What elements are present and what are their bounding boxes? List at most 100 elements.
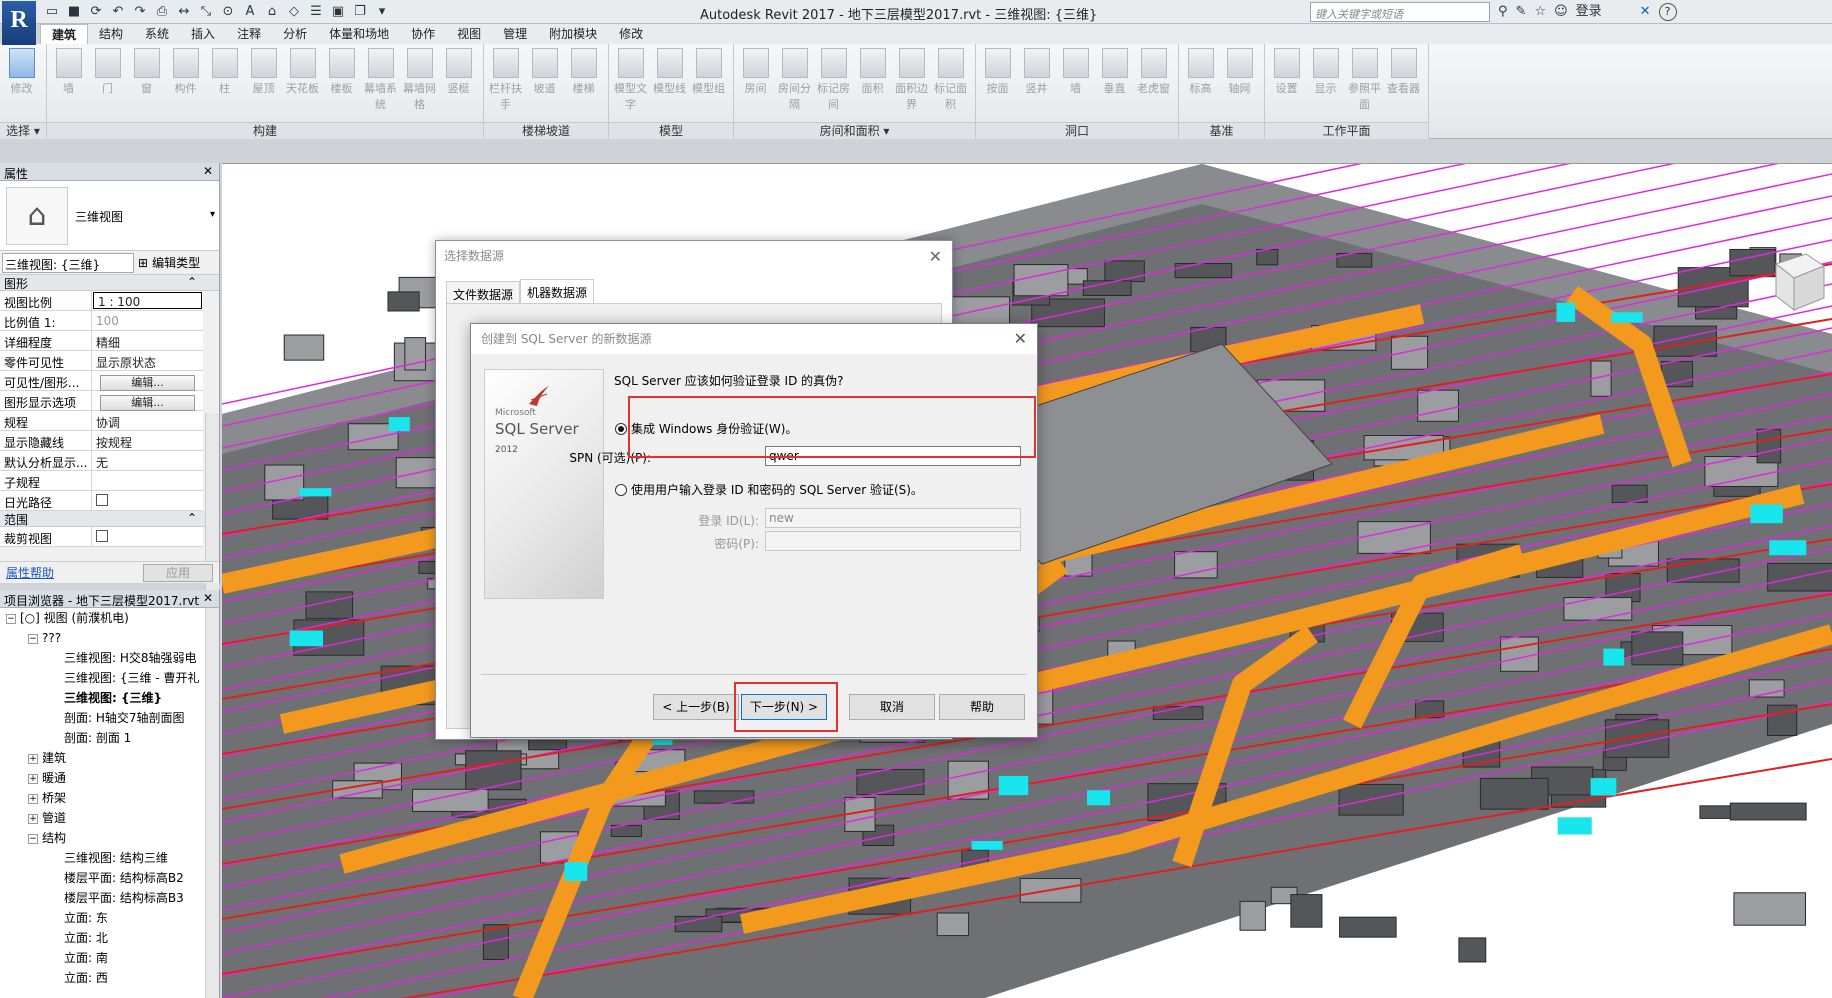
browser-tree-item[interactable]: 立面: 南 <box>0 948 219 968</box>
subscription-icon[interactable]: ✎ <box>1516 2 1527 22</box>
collapse-icon[interactable]: − <box>28 633 38 644</box>
ribbon-tool-button[interactable]: 面积 <box>853 48 892 112</box>
group-extent[interactable]: 范围 ⌃ <box>0 511 219 527</box>
browser-tree-item[interactable]: 三维视图: {三维} <box>0 688 219 708</box>
panel-title[interactable]: 工作平面 <box>1265 122 1428 139</box>
apply-button[interactable]: 应用 <box>143 563 213 582</box>
browser-tree-item[interactable]: 剖面: H轴交7轴剖面图 <box>0 708 219 728</box>
ribbon-tool-button[interactable]: 柱 <box>205 48 244 112</box>
panel-title[interactable]: 房间和面积 ▾ <box>734 122 975 139</box>
switch-windows-icon[interactable]: ❐ <box>350 2 370 22</box>
help-icon[interactable]: ? <box>1658 3 1677 21</box>
measure-icon[interactable]: ↔ <box>174 2 194 22</box>
browser-tree-item[interactable]: + 桥架 <box>0 788 219 808</box>
ribbon-tool-button[interactable]: 屋顶 <box>244 48 283 112</box>
customize-qat-icon[interactable]: ▾ <box>372 2 392 22</box>
browser-tree-item[interactable]: −??? <box>0 628 219 648</box>
tab-6[interactable]: 体量和场地 <box>318 24 400 44</box>
browser-tree-item[interactable]: 立面: 北 <box>0 928 219 948</box>
ribbon-tool-button[interactable]: 查看器 <box>1384 48 1423 112</box>
close-icon[interactable]: ✕ <box>1014 329 1027 348</box>
property-value[interactable]: 显示原状态 <box>92 351 203 370</box>
collapse-icon[interactable]: − <box>6 613 16 624</box>
property-value[interactable]: 100 <box>92 311 203 330</box>
tab-9[interactable]: 管理 <box>492 24 538 44</box>
panel-title[interactable]: 楼梯坡道 <box>484 122 608 139</box>
browser-tree-item[interactable]: 楼层平面: 结构标高B3 <box>0 888 219 908</box>
browser-tree-item[interactable]: 立面: 东 <box>0 908 219 928</box>
ribbon-tool-button[interactable]: 参照平面 <box>1345 48 1384 112</box>
close-icon[interactable]: ✕ <box>203 591 213 605</box>
tab-3[interactable]: 插入 <box>180 24 226 44</box>
binoculars-icon[interactable]: ⚲ <box>1498 2 1508 22</box>
tab-11[interactable]: 修改 <box>608 24 654 44</box>
edit-button[interactable]: 编辑... <box>100 375 195 391</box>
viewcube-icon[interactable] <box>1766 244 1826 314</box>
thin-lines-icon[interactable]: ☰ <box>306 2 326 22</box>
undo-icon[interactable]: ↶ <box>108 2 128 22</box>
property-value[interactable] <box>92 471 203 490</box>
collapse-icon[interactable]: ⌃ <box>187 511 197 525</box>
ribbon-tool-button[interactable]: 墙 <box>1056 48 1095 96</box>
close-icon[interactable]: ✕ <box>929 247 942 266</box>
edit-type-icon[interactable]: ⊞ <box>138 256 148 270</box>
ribbon-tool-button[interactable]: 构件 <box>166 48 205 112</box>
ribbon-tool-button[interactable]: 楼板 <box>322 48 361 112</box>
exchange-apps-icon[interactable]: ✕ <box>1640 2 1651 22</box>
text-icon[interactable]: A <box>240 2 260 22</box>
tab-0[interactable]: 建筑 <box>40 24 89 44</box>
open-icon[interactable]: ▭ <box>42 2 62 22</box>
cancel-button[interactable]: 取消 <box>849 694 935 720</box>
ribbon-tool-button[interactable]: 坡道 <box>525 48 564 112</box>
ribbon-tool-button[interactable]: 老虎窗 <box>1134 48 1173 96</box>
property-value[interactable]: 编辑... <box>92 371 203 391</box>
ribbon-tool-button[interactable]: 标记面积 <box>931 48 970 112</box>
browser-scrollbar[interactable] <box>205 608 219 998</box>
edit-button[interactable]: 编辑... <box>100 395 195 411</box>
ribbon-tool-button[interactable]: 天花板 <box>283 48 322 112</box>
browser-tree-item[interactable]: − 结构 <box>0 828 219 848</box>
3d-view-icon[interactable]: ⌂ <box>262 2 282 22</box>
ribbon-tool-button[interactable]: 幕墙网格 <box>400 48 439 112</box>
expand-icon[interactable]: + <box>28 773 38 784</box>
login-link[interactable]: 登录 <box>1576 2 1602 22</box>
tab-7[interactable]: 协作 <box>400 24 446 44</box>
collapse-icon[interactable]: ⌃ <box>187 275 197 289</box>
browser-tree-item[interactable]: 楼层平面: 结构标高B2 <box>0 868 219 888</box>
property-value[interactable]: 1 : 100 <box>93 292 202 309</box>
tab-machine-data-source[interactable]: 机器数据源 <box>520 279 595 305</box>
chevron-down-icon[interactable]: ▾ <box>210 209 215 220</box>
browser-tree-item[interactable]: 立面: 西 <box>0 968 219 988</box>
properties-help-link[interactable]: 属性帮助 <box>6 564 54 581</box>
group-graphics[interactable]: 图形 ⌃ <box>0 275 219 291</box>
tab-10[interactable]: 附加模块 <box>538 24 608 44</box>
browser-tree-item[interactable]: 三维视图: 结构三维 <box>0 848 219 868</box>
tab-5[interactable]: 分析 <box>272 24 318 44</box>
property-value[interactable]: 无 <box>92 451 203 470</box>
browser-tree-item[interactable]: 三维视图: H交8轴强弱电 <box>0 648 219 668</box>
close-hidden-icon[interactable]: ▣ <box>328 2 348 22</box>
browser-tree-item[interactable]: + 管道 <box>0 808 219 828</box>
browser-tree-item[interactable]: 三维视图: {三维 - 曹开礼 <box>0 668 219 688</box>
type-selector[interactable]: ⌂ 三维视图 ▾ <box>0 181 219 251</box>
ribbon-tool-button[interactable]: 标高 <box>1181 48 1220 96</box>
panel-title[interactable]: 洞口 <box>976 122 1178 139</box>
property-value[interactable]: 协调 <box>92 411 203 430</box>
property-value[interactable]: 编辑... <box>92 391 203 411</box>
search-input[interactable]: 键入关键字或短语 <box>1310 2 1490 22</box>
ribbon-tool-button[interactable]: 幕墙系统 <box>361 48 400 112</box>
property-value[interactable]: 按规程 <box>92 431 203 450</box>
ribbon-tool-button[interactable]: 轴网 <box>1220 48 1259 96</box>
user-icon[interactable]: ☺ <box>1554 2 1568 22</box>
ribbon-tool-button[interactable]: 修改 <box>2 48 41 96</box>
panel-title[interactable]: 选择 ▾ <box>0 122 46 139</box>
ribbon-tool-button[interactable]: 竖梃 <box>439 48 478 112</box>
section-icon[interactable]: ◇ <box>284 2 304 22</box>
ribbon-tool-button[interactable]: 栏杆扶手 <box>486 48 525 112</box>
ribbon-tool-button[interactable]: 竖井 <box>1017 48 1056 96</box>
property-value[interactable]: 精细 <box>92 331 203 350</box>
property-value[interactable] <box>92 491 203 510</box>
collapse-icon[interactable]: − <box>28 833 38 844</box>
tab-4[interactable]: 注释 <box>226 24 272 44</box>
revit-app-menu-button[interactable]: R <box>2 1 36 45</box>
